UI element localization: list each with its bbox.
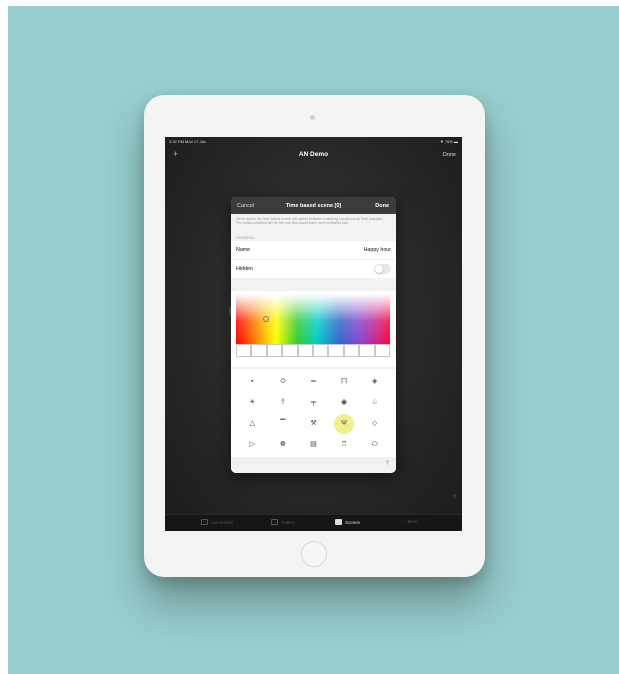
bed-icon[interactable]: ═ bbox=[304, 373, 322, 391]
hidden-row: Hidden bbox=[231, 260, 396, 278]
home-button[interactable] bbox=[301, 541, 327, 567]
color-swatch[interactable] bbox=[297, 344, 314, 357]
tab-bar: Luminaires Gallery Scenes … More bbox=[165, 514, 462, 531]
color-swatch[interactable] bbox=[359, 344, 375, 357]
status-bar: 3:32 PM Mon 17 Jan ▼ 76% ▬ bbox=[165, 137, 462, 145]
name-value[interactable]: Happy hour bbox=[364, 247, 391, 253]
tools-icon[interactable]: ⚒ bbox=[304, 415, 322, 433]
hidden-label: Hidden bbox=[236, 266, 253, 272]
bank-icon[interactable]: ♖ bbox=[335, 436, 353, 454]
ipad-device: 3:32 PM Mon 17 Jan ▼ 76% ▬ + AN Demo Don… bbox=[144, 95, 485, 577]
name-row[interactable]: Name Happy hour bbox=[231, 241, 396, 259]
tab-more[interactable]: … More bbox=[400, 519, 418, 524]
page-title: AN Demo bbox=[298, 151, 329, 158]
chandelier-icon[interactable]: ╤ bbox=[304, 394, 322, 412]
dialog-header: Cancel Time based scene [0] Done bbox=[231, 197, 396, 214]
bike-icon[interactable]: ☸ bbox=[274, 436, 292, 454]
lamp-icon[interactable]: ⊙ bbox=[274, 373, 292, 391]
ball-icon[interactable]: ⬭ bbox=[366, 436, 384, 454]
dialog-help-icon[interactable]: ? bbox=[386, 461, 389, 467]
color-swatch[interactable] bbox=[313, 344, 329, 357]
eye-icon[interactable]: ◉ bbox=[335, 394, 353, 412]
dialog-footer: ? bbox=[231, 459, 396, 473]
tab-label: Scenes bbox=[345, 519, 361, 525]
name-label: Name bbox=[236, 247, 251, 253]
color-swatch[interactable] bbox=[282, 344, 298, 357]
hanger-icon[interactable]: △ bbox=[243, 415, 261, 433]
toggle-knob bbox=[375, 265, 383, 273]
fish-icon[interactable]: ▷ bbox=[243, 436, 261, 454]
dialog-title: Time based scene [0] bbox=[285, 203, 342, 209]
done-button[interactable]: Done bbox=[443, 152, 456, 158]
speaker-icon[interactable]: ◈ bbox=[366, 373, 384, 391]
gallery-icon bbox=[271, 519, 278, 525]
cocktail-icon[interactable]: Ψ bbox=[334, 413, 355, 434]
color-section bbox=[231, 291, 396, 367]
help-icon[interactable]: ? bbox=[453, 495, 456, 501]
status-time: 3:32 PM Mon 17 Jan bbox=[169, 139, 206, 144]
color-swatch[interactable] bbox=[236, 344, 252, 357]
dialog-done-button[interactable]: Done bbox=[375, 203, 389, 209]
color-swatch[interactable] bbox=[328, 344, 344, 357]
color-palette[interactable] bbox=[236, 294, 390, 344]
tv-icon[interactable]: ▪ bbox=[243, 373, 261, 391]
color-swatch[interactable] bbox=[343, 344, 360, 357]
scene-icon-grid: ▪ ⊙ ═ ⨅ ◈ ☀ † ╤ ◉ ♧ △ ▔ ⚒ Ψ ◇ ▷ ☸ ▤ ♖ ⬭ bbox=[231, 369, 396, 457]
more-icon: … bbox=[400, 519, 405, 524]
color-picker-handle[interactable] bbox=[263, 316, 269, 322]
app-screen: 3:32 PM Mon 17 Jan ▼ 76% ▬ + AN Demo Don… bbox=[165, 137, 462, 531]
armchair-icon[interactable]: ▤ bbox=[304, 436, 322, 454]
color-swatch[interactable] bbox=[251, 344, 267, 357]
tab-label: More bbox=[407, 519, 418, 524]
dialog-description: When active the time based scene will sw… bbox=[236, 217, 384, 226]
tab-label: Gallery bbox=[281, 519, 296, 525]
camera bbox=[310, 115, 315, 120]
network-icon[interactable]: ⨅ bbox=[335, 373, 353, 391]
color-swatch[interactable] bbox=[266, 344, 283, 357]
tab-gallery[interactable]: Gallery bbox=[271, 519, 295, 525]
tab-scenes[interactable]: Scenes bbox=[335, 519, 360, 525]
spotlight-icon[interactable]: † bbox=[274, 394, 292, 412]
chart-icon[interactable]: ▔ bbox=[274, 415, 292, 433]
tab-label: Luminaires bbox=[211, 519, 234, 525]
sun-icon[interactable]: ☀ bbox=[243, 394, 261, 412]
status-battery: ▼ 76% ▬ bbox=[439, 139, 458, 144]
color-swatch[interactable] bbox=[374, 344, 391, 357]
color-swatches bbox=[236, 344, 391, 357]
walk-icon[interactable]: ♧ bbox=[366, 394, 384, 412]
cube-icon[interactable]: ◇ bbox=[366, 415, 384, 433]
luminaires-icon bbox=[201, 519, 208, 525]
tab-luminaires[interactable]: Luminaires bbox=[201, 519, 233, 525]
time-based-scene-dialog: Cancel Time based scene [0] Done When ac… bbox=[231, 197, 396, 473]
scenes-icon bbox=[335, 519, 342, 525]
navigation-bar: + AN Demo Done bbox=[165, 145, 462, 167]
hidden-toggle[interactable] bbox=[374, 264, 391, 274]
section-header-general: GENERAL bbox=[236, 236, 256, 240]
